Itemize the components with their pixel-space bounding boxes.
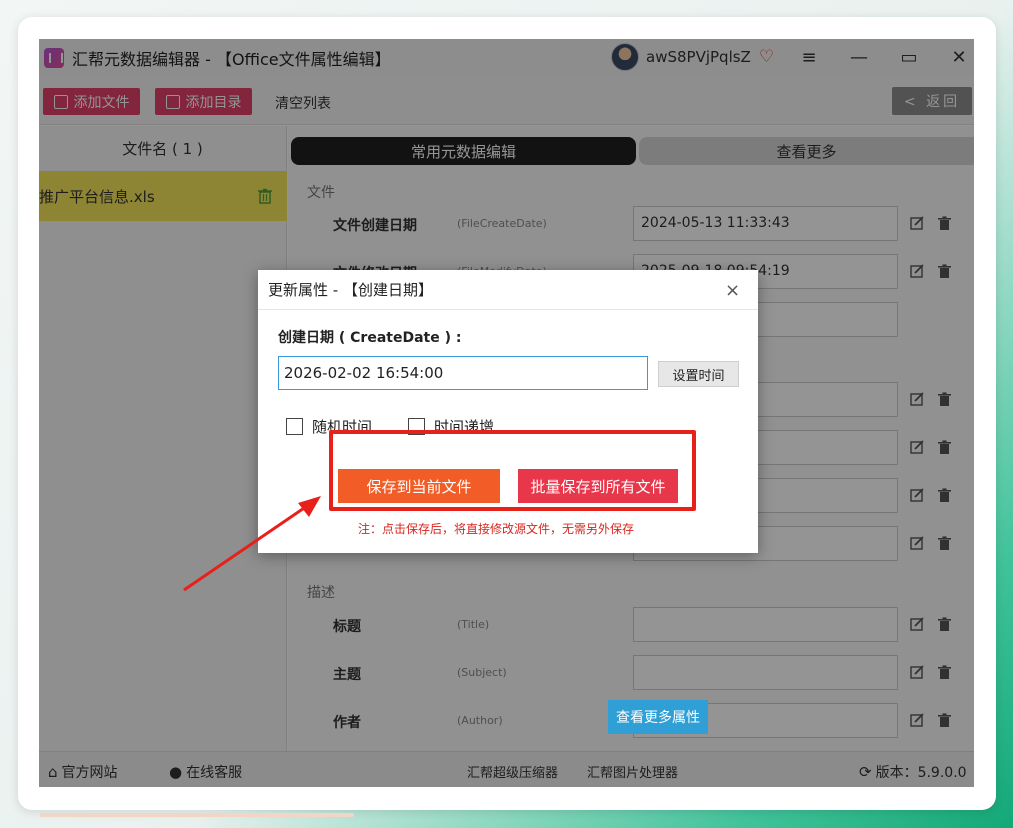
view-more-properties-button[interactable]: 查看更多属性 (608, 700, 708, 734)
save-note: 注：点击保存后，将直接修改源文件，无需另外保存 (358, 522, 635, 536)
annotation-highlight-box (329, 430, 696, 511)
checkbox-box[interactable] (286, 418, 303, 435)
close-icon[interactable]: × (725, 280, 740, 301)
create-date-label: 创建日期 ( CreateDate ) : (278, 330, 462, 346)
set-time-button[interactable]: 设置时间 (658, 361, 739, 387)
decorative-bar (40, 813, 354, 817)
date-input[interactable]: 2026-02-02 16:54:00 (278, 356, 648, 390)
dialog-title: 更新属性 - 【创建日期】 (258, 270, 758, 310)
annotation-arrow-icon (183, 496, 321, 592)
